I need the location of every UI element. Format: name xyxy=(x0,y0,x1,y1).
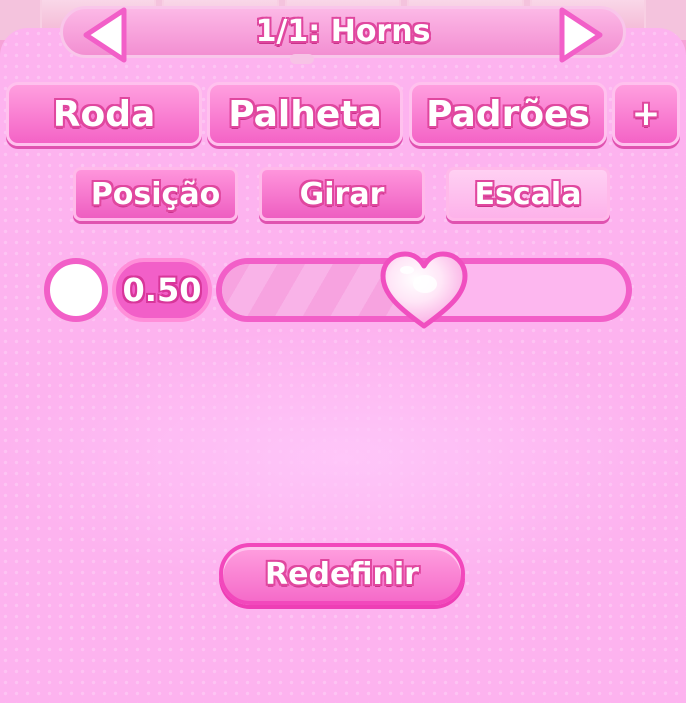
triangle-left-icon xyxy=(83,7,127,63)
tab-palheta[interactable]: Palheta xyxy=(207,82,403,146)
subtab-escala[interactable]: Escala xyxy=(446,167,610,221)
reset-button[interactable]: Redefinir xyxy=(219,543,465,605)
triangle-right-icon xyxy=(559,7,603,63)
tab-roda[interactable]: Roda xyxy=(6,82,202,146)
title-indicator xyxy=(290,54,314,64)
scale-value: 0.50 xyxy=(112,258,212,322)
slider-handle[interactable] xyxy=(379,250,469,332)
tab-more[interactable]: + xyxy=(612,82,680,146)
previous-item-button[interactable] xyxy=(78,4,134,66)
color-swatch[interactable] xyxy=(44,258,108,322)
subtab-posicao[interactable]: Posição xyxy=(73,167,238,221)
tab-padroes[interactable]: Padrões xyxy=(409,82,607,146)
heart-icon xyxy=(380,251,468,329)
next-item-button[interactable] xyxy=(552,4,608,66)
subtab-girar[interactable]: Girar xyxy=(259,167,425,221)
